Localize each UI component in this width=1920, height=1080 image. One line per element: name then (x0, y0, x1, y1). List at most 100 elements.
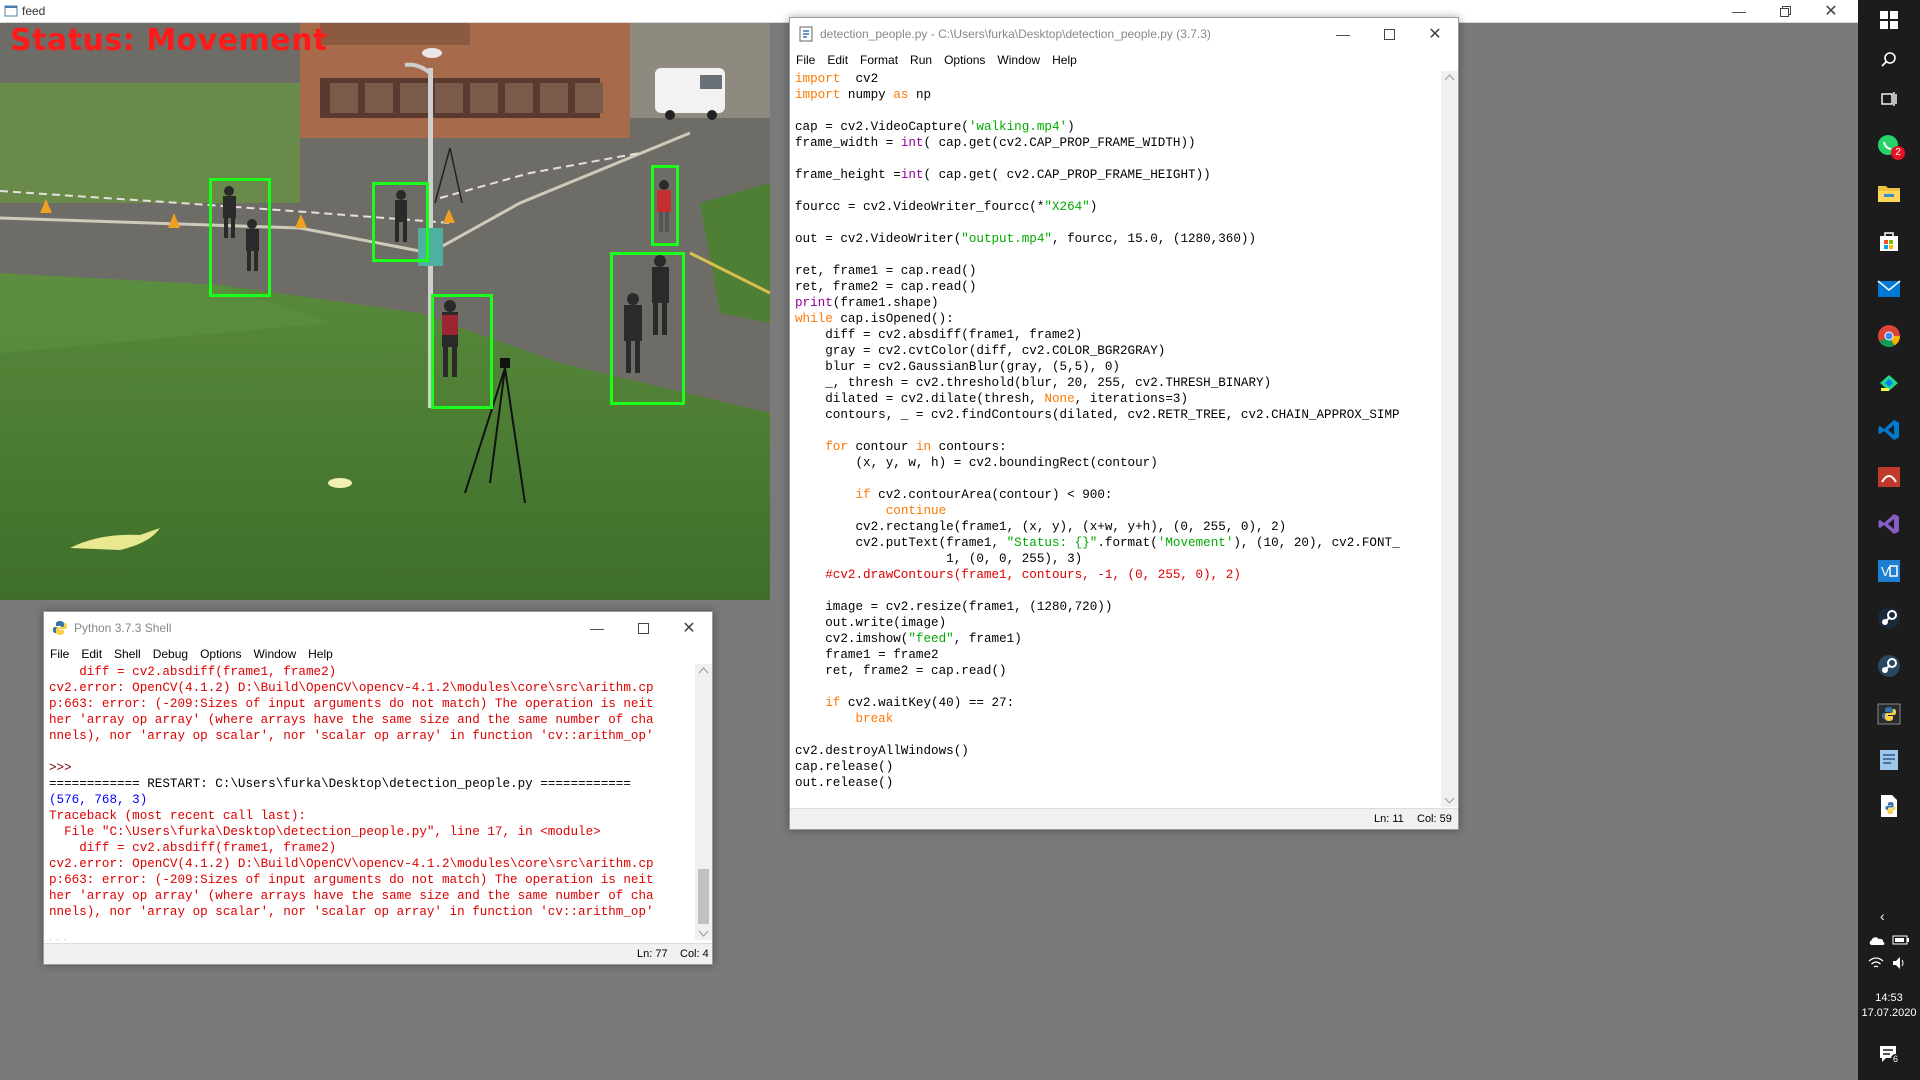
feed-title: feed (22, 4, 46, 18)
minimize-button[interactable]: — (574, 617, 620, 639)
code-editor[interactable]: import cv2 import numpy as np cap = cv2.V… (795, 71, 1435, 807)
menu-options[interactable]: Options (938, 50, 991, 67)
shell-window[interactable]: Python 3.7.3 Shell — ✕ File Edit Shell Debu… (43, 611, 713, 965)
volume-icon[interactable] (1892, 956, 1908, 970)
close-button[interactable]: ✕ (1808, 0, 1854, 22)
shell-line: cv2.error: OpenCV(4.1.2) D:\Build\OpenCV… (49, 681, 654, 695)
editor-statusbar: Ln: 11 Col: 59 (790, 808, 1458, 829)
menu-file[interactable]: File (790, 50, 821, 67)
shell-titlebar[interactable]: Python 3.7.3 Shell — ✕ (44, 612, 712, 644)
menu-window[interactable]: Window (991, 50, 1046, 67)
scroll-up-icon[interactable] (1441, 71, 1458, 85)
code-line: _, thresh = cv2.threshold(blur, 20, 255,… (795, 376, 1272, 390)
camera-feed: Status: Movement (0, 23, 770, 600)
vmware-icon: V (1878, 560, 1900, 582)
taskbar-app[interactable] (1869, 221, 1909, 261)
taskbar-app[interactable] (1869, 740, 1909, 780)
windows-start-button[interactable] (1869, 0, 1909, 40)
code-line: #cv2.drawContours(frame1, contours, -1, … (795, 568, 1241, 582)
editor-titlebar[interactable]: detection_people.py - C:\Users\furka\Des… (790, 18, 1458, 50)
shell-scrollbar[interactable] (695, 664, 712, 940)
code-line: out = cv2.VideoWriter("output.mp4", four… (795, 232, 1257, 246)
svg-text:V: V (1881, 564, 1890, 579)
scroll-up-icon[interactable] (695, 664, 712, 678)
onedrive-icon[interactable] (1868, 934, 1886, 946)
taskbar-app[interactable] (1869, 646, 1909, 686)
taskbar-app[interactable] (1869, 504, 1909, 544)
code-line: for contour in contours: (825, 440, 1007, 454)
detection-box (651, 165, 679, 246)
taskbar: 2 V ‹ 14:53 17.07.2020 6 (1858, 0, 1920, 1080)
menu-debug[interactable]: Debug (147, 644, 194, 661)
menu-options[interactable]: Options (194, 644, 247, 661)
minimize-button[interactable]: — (1716, 0, 1762, 22)
code-line: fourcc = cv2.VideoWriter_fourcc(*"X264") (795, 200, 1098, 214)
menu-edit[interactable]: Edit (821, 50, 854, 67)
chrome-icon (1878, 325, 1900, 347)
editor-window[interactable]: detection_people.py - C:\Users\furka\Des… (789, 17, 1459, 830)
shell-line: nnels), nor 'array op scalar', nor 'scal… (49, 729, 654, 743)
show-hidden-icons-chevron[interactable]: ‹ (1880, 908, 1885, 924)
maximize-button[interactable] (1366, 23, 1412, 45)
taskbar-app[interactable]: V (1869, 551, 1909, 591)
close-button[interactable]: ✕ (1412, 23, 1458, 45)
search-button[interactable] (1869, 40, 1909, 80)
wifi-icon[interactable] (1868, 956, 1884, 970)
maximize-icon (1383, 28, 1395, 40)
scroll-down-icon[interactable] (695, 926, 712, 940)
taskbar-app[interactable] (1869, 269, 1909, 309)
action-center-button[interactable]: 6 (1878, 1044, 1902, 1068)
menu-run[interactable]: Run (904, 50, 938, 67)
menu-format[interactable]: Format (854, 50, 904, 67)
menu-window[interactable]: Window (247, 644, 302, 661)
taskbar-app[interactable] (1869, 316, 1909, 356)
detection-box (610, 252, 685, 405)
taskbar-app[interactable] (1869, 410, 1909, 450)
taskbar-app[interactable] (1869, 457, 1909, 497)
python-icon (1877, 703, 1901, 725)
taskbar-app[interactable] (1869, 598, 1909, 638)
minimize-button[interactable]: — (1320, 23, 1366, 45)
code-line: cv2.imshow("feed", frame1) (795, 632, 1022, 646)
menu-file[interactable]: File (44, 644, 75, 661)
code-line: (x, y, w, h) = cv2.boundingRect(contour) (795, 456, 1158, 470)
menu-help[interactable]: Help (302, 644, 339, 661)
menu-shell[interactable]: Shell (108, 644, 147, 661)
code-line: ret, frame2 = cap.read() (795, 664, 1007, 678)
taskbar-app[interactable]: 2 (1869, 126, 1909, 166)
taskbar-app[interactable] (1869, 363, 1909, 403)
maximize-button[interactable] (620, 617, 666, 639)
ide-icon (1880, 375, 1898, 391)
code-line: break (855, 712, 894, 726)
close-button[interactable]: ✕ (666, 617, 712, 639)
code-line: image = cv2.resize(frame1, (1280,720)) (795, 600, 1113, 614)
shell-line: p:663: error: (-209:Sizes of input argum… (49, 697, 654, 711)
scroll-thumb[interactable] (698, 869, 709, 924)
menu-help[interactable]: Help (1046, 50, 1083, 67)
opencv-window-icon (4, 5, 18, 17)
battery-icon[interactable] (1892, 934, 1910, 946)
editor-scrollbar[interactable] (1441, 71, 1458, 807)
scroll-down-icon[interactable] (1441, 793, 1458, 807)
code-line: continue (885, 504, 947, 518)
shell-line: File "C:\Users\furka\Desktop\detection_p… (49, 825, 601, 839)
code-line: import cv2 (795, 72, 879, 86)
notepad-icon (1880, 750, 1898, 770)
clock[interactable]: 14:53 17.07.2020 (1858, 991, 1920, 1021)
task-view-icon (1881, 92, 1897, 106)
task-view-button[interactable] (1869, 79, 1909, 119)
restore-button[interactable] (1762, 0, 1808, 22)
taskbar-app[interactable] (1869, 173, 1909, 213)
shell-line: diff = cv2.absdiff(frame1, frame2) (49, 841, 337, 855)
code-line: while cap.isOpened(): (795, 312, 954, 326)
shell-output[interactable]: diff = cv2.absdiff(frame1, frame2) cv2.er… (49, 664, 689, 940)
menu-edit[interactable]: Edit (75, 644, 108, 661)
shell-title: Python 3.7.3 Shell (74, 621, 172, 635)
code-line: contours, _ = cv2.findContours(dilated, … (795, 408, 1400, 422)
taskbar-app[interactable] (1869, 786, 1909, 826)
taskbar-app[interactable] (1869, 694, 1909, 734)
